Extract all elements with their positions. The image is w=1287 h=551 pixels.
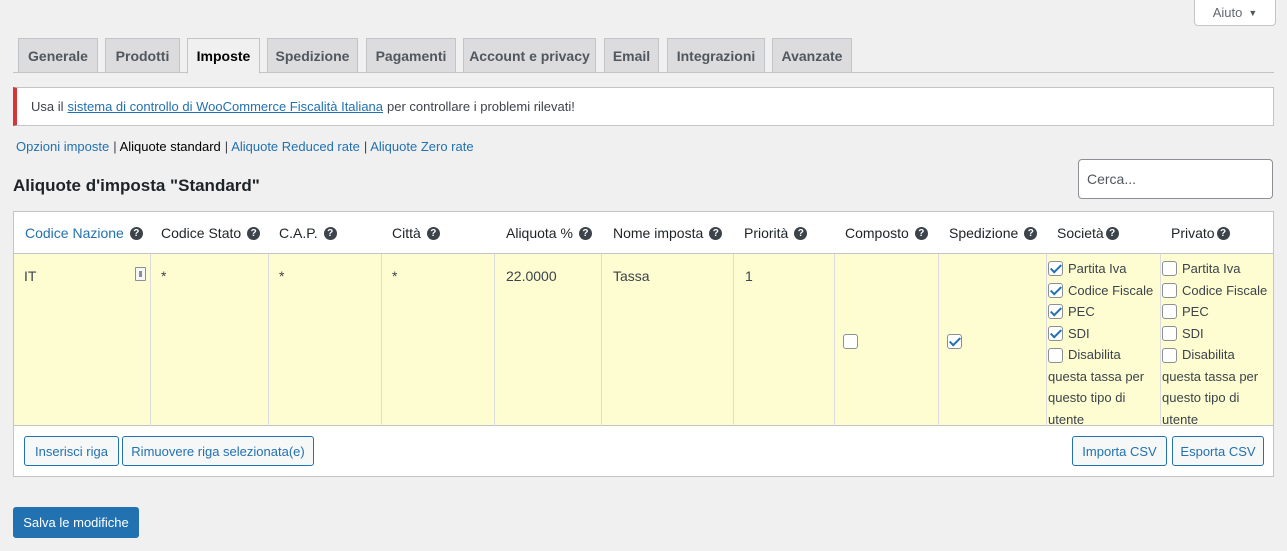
subnav-separator: | [224,139,229,154]
private-disable-checkbox[interactable] [1162,348,1177,364]
tab-spedizione[interactable]: Spedizione [267,38,358,73]
page-title: Aliquote d'imposta "Standard" [13,176,260,195]
subnav-aliquote-zero[interactable]: Aliquote Zero rate [370,139,473,154]
help-icon[interactable]: ? [794,226,808,240]
shipping-checkbox[interactable] [947,334,962,349]
notice-link[interactable]: sistema di controllo di WooCommerce Fisc… [68,99,384,114]
table-row[interactable]: IT * * * 22.0000 Tassa 1 Partita Iva Cod… [14,254,1273,427]
cell-priority[interactable]: 1 [734,254,835,426]
tab-prodotti[interactable]: Prodotti [105,38,180,73]
subnav-separator: | [113,139,117,154]
file-icon [135,267,146,281]
help-icon[interactable]: ? [1105,226,1119,240]
help-icon[interactable]: ? [323,226,337,240]
col-state: Codice Stato? [161,212,261,254]
help-button[interactable]: Aiuto ▼ [1194,0,1276,26]
tab-imposte[interactable]: Imposte [187,38,260,74]
cell-rate[interactable]: 22.0000 [495,254,602,426]
private-pec-checkbox[interactable] [1162,304,1177,320]
help-label: Aiuto [1212,5,1243,20]
notice-suffix: per controllare i problemi rilevati! [387,99,575,114]
subnav-aliquote-reduced[interactable]: Aliquote Reduced rate [231,139,360,154]
table-footer: Inserisci riga Rimuovere riga selezionat… [14,426,1273,478]
subnav-aliquote-standard[interactable]: Aliquote standard [120,139,221,154]
cell-company: Partita Iva Codice Fiscale PEC SDI Disab… [1047,254,1161,427]
cell-country[interactable]: IT [14,254,151,426]
export-csv-button[interactable]: Esporta CSV [1172,436,1264,466]
tab-avanzate[interactable]: Avanzate [772,38,852,73]
cell-private: Partita Iva Codice Fiscale PEC SDI Disab… [1162,261,1268,427]
private-sdi-checkbox[interactable] [1162,325,1177,341]
col-rate: Aliquota %? [506,212,592,254]
help-icon[interactable]: ? [914,226,928,240]
help-icon[interactable]: ? [709,226,723,240]
col-shipping: Spedizione? [949,212,1038,254]
company-disable-checkbox[interactable] [1048,348,1063,364]
col-private: Privato? [1171,212,1230,254]
tab-account-privacy[interactable]: Account e privacy [463,38,596,73]
company-partita-iva-checkbox[interactable] [1048,261,1063,277]
help-icon[interactable]: ? [1024,226,1038,240]
col-postcode: C.A.P.? [279,212,337,254]
caret-down-icon: ▼ [1248,7,1258,18]
cell-name[interactable]: Tassa [602,254,734,426]
col-city: Città? [392,212,440,254]
company-pec-checkbox[interactable] [1048,304,1063,320]
search-input[interactable] [1078,159,1273,199]
company-codice-fiscale-checkbox[interactable] [1048,282,1063,298]
error-notice: Usa il sistema di controllo di WooCommer… [13,87,1274,126]
help-icon[interactable]: ? [1216,226,1230,240]
tab-pagamenti[interactable]: Pagamenti [366,38,456,73]
help-icon[interactable]: ? [247,226,261,240]
import-csv-button[interactable]: Importa CSV [1072,436,1167,466]
tab-email[interactable]: Email [604,38,659,73]
cell-compound [835,254,939,426]
settings-tabs: Generale Prodotti Imposte Spedizione Pag… [13,38,1274,74]
help-icon[interactable]: ? [426,226,440,240]
tax-rates-table: Codice Nazione? Codice Stato? C.A.P.? Ci… [13,211,1274,477]
col-name: Nome imposta? [613,212,723,254]
col-country[interactable]: Codice Nazione? [25,212,143,254]
col-company: Società? [1057,212,1119,254]
cell-shipping [939,254,1047,426]
cell-postcode[interactable]: * [269,254,382,426]
table-header: Codice Nazione? Codice Stato? C.A.P.? Ci… [14,212,1273,254]
tab-integrazioni[interactable]: Integrazioni [667,38,765,73]
save-button[interactable]: Salva le modifiche [13,507,139,538]
tax-subnav: Opzioni imposte | Aliquote standard | Al… [16,139,474,154]
help-icon[interactable]: ? [129,226,143,240]
insert-row-button[interactable]: Inserisci riga [24,436,119,466]
private-codice-fiscale-checkbox[interactable] [1162,282,1177,298]
help-icon[interactable]: ? [578,226,592,240]
remove-row-button[interactable]: Rimuovere riga selezionata(e) [122,436,314,466]
private-partita-iva-checkbox[interactable] [1162,261,1177,277]
col-compound: Composto? [845,212,928,254]
col-priority: Priorità? [744,212,808,254]
compound-checkbox[interactable] [843,334,858,349]
notice-prefix: Usa il [31,99,64,114]
company-sdi-checkbox[interactable] [1048,325,1063,341]
cell-state[interactable]: * [151,254,269,426]
subnav-separator: | [363,139,368,154]
cell-city[interactable]: * [382,254,495,426]
subnav-opzioni-imposte[interactable]: Opzioni imposte [16,139,109,154]
tab-generale[interactable]: Generale [18,38,98,73]
